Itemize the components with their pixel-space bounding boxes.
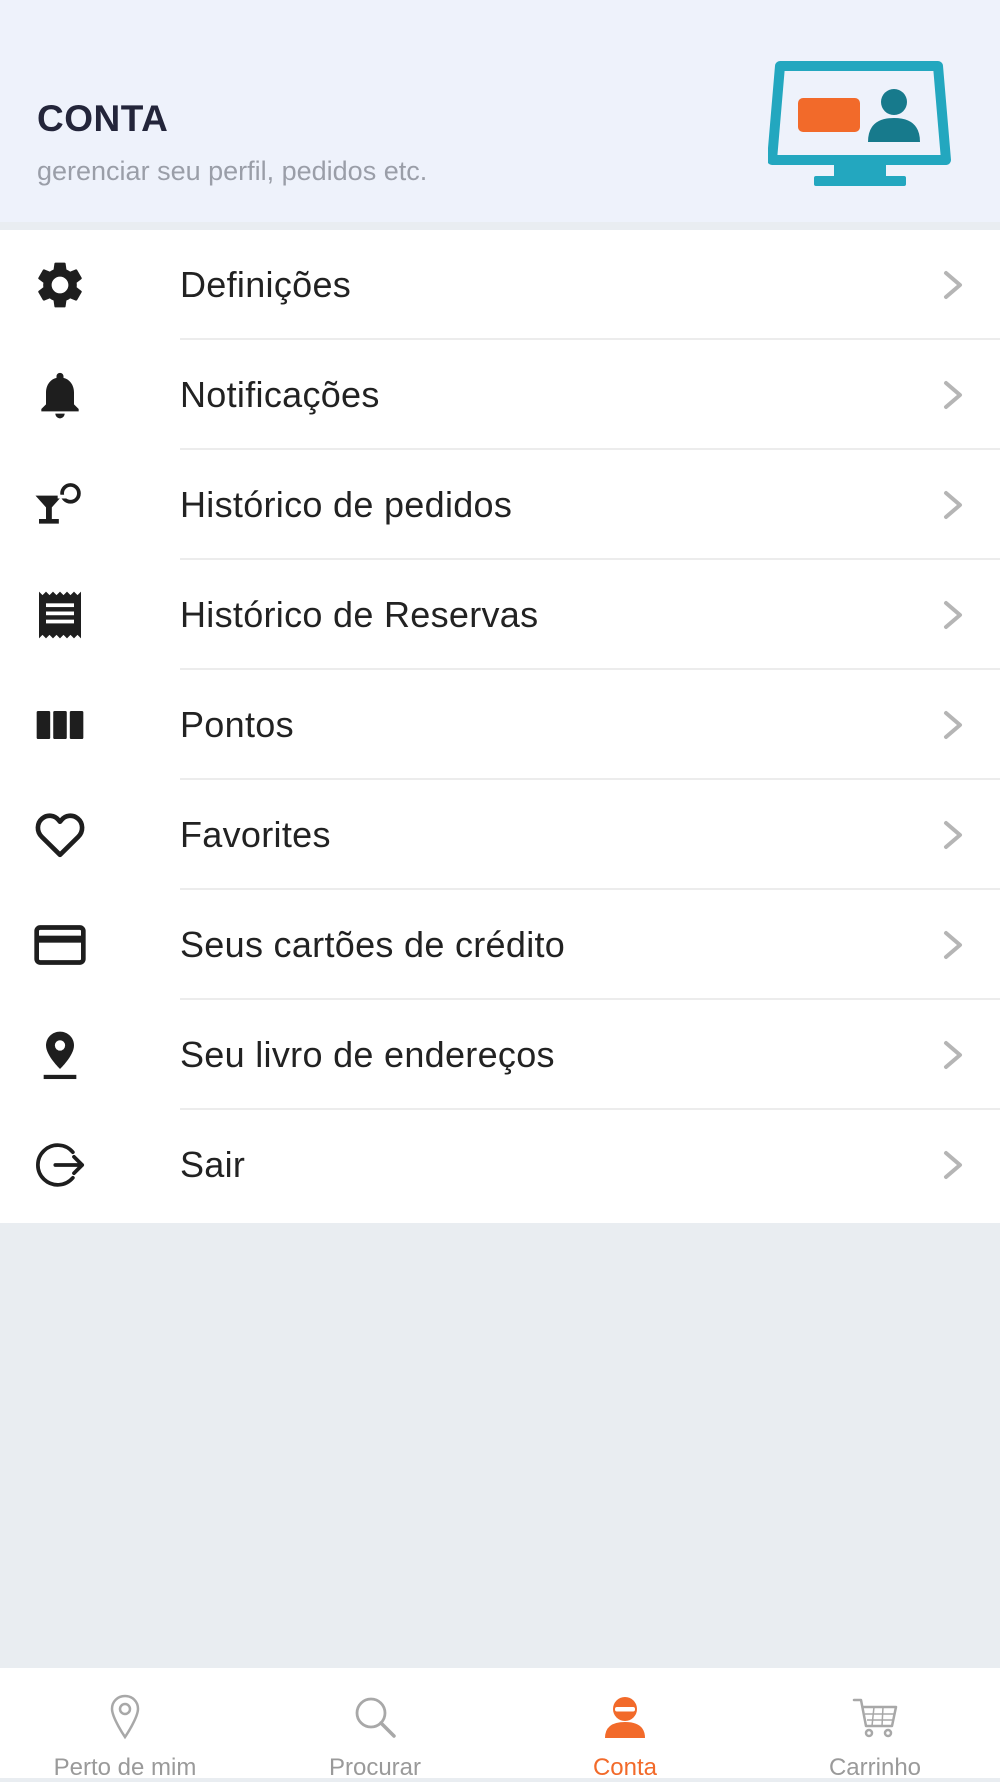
cocktail-icon <box>30 475 90 535</box>
tab-carrinho[interactable]: Carrinho <box>750 1668 1000 1781</box>
menu-item-label: Definições <box>180 264 352 305</box>
account-header: CONTA gerenciar seu perfil, pedidos etc. <box>0 0 1000 222</box>
page-title: CONTA <box>37 98 169 139</box>
account-menu: Definições Notificações Histórico de ped… <box>0 230 1000 1223</box>
chevron-right-icon <box>944 271 962 299</box>
chevron-right-icon <box>944 601 962 629</box>
menu-item-favorites[interactable]: Favorites <box>0 780 1000 890</box>
tab-conta[interactable]: Conta <box>500 1668 750 1781</box>
tab-procurar[interactable]: Procurar <box>250 1668 500 1781</box>
menu-item-label: Favorites <box>180 814 331 855</box>
chevron-right-icon <box>944 1151 962 1179</box>
tab-perto-de-mim[interactable]: Perto de mim <box>0 1668 250 1781</box>
menu-item-label: Seu livro de endereços <box>180 1034 555 1075</box>
menu-item-label: Sair <box>180 1144 246 1185</box>
chevron-right-icon <box>944 931 962 959</box>
page-subtitle: gerenciar seu perfil, pedidos etc. <box>37 156 428 186</box>
search-icon <box>355 1697 396 1738</box>
menu-item-sair[interactable]: Sair <box>0 1110 1000 1220</box>
menu-item-label: Pontos <box>180 704 294 745</box>
menu-item-livro-enderecos[interactable]: Seu livro de endereços <box>0 1000 1000 1110</box>
menu-item-label: Seus cartões de crédito <box>180 924 566 965</box>
menu-item-historico-pedidos[interactable]: Histórico de pedidos <box>0 450 1000 560</box>
chevron-right-icon <box>944 1041 962 1069</box>
chevron-right-icon <box>944 711 962 739</box>
menu-item-cartoes-credito[interactable]: Seus cartões de crédito <box>0 890 1000 1000</box>
heart-icon <box>30 805 90 865</box>
gear-icon <box>30 255 90 315</box>
location-pin-icon <box>30 1025 90 1085</box>
menu-item-definicoes[interactable]: Definições <box>0 230 1000 340</box>
chevron-right-icon <box>944 821 962 849</box>
chevron-right-icon <box>944 491 962 519</box>
account-monitor-illustration <box>768 61 951 186</box>
map-pin-icon <box>110 1694 140 1740</box>
user-icon <box>605 1697 645 1738</box>
credit-card-icon <box>30 915 90 975</box>
bell-icon <box>30 365 90 425</box>
menu-item-notificacoes[interactable]: Notificações <box>0 340 1000 450</box>
bottom-tab-bar: Perto de mim Procurar Conta Carrinho <box>0 1668 1000 1781</box>
menu-item-label: Histórico de pedidos <box>180 484 513 525</box>
chevron-right-icon <box>944 381 962 409</box>
menu-item-pontos[interactable]: Pontos <box>0 670 1000 780</box>
columns-icon <box>30 695 90 755</box>
logout-icon <box>30 1135 90 1195</box>
menu-item-label: Notificações <box>180 374 380 415</box>
menu-item-historico-reservas[interactable]: Histórico de Reservas <box>0 560 1000 670</box>
cart-icon <box>852 1698 898 1738</box>
menu-item-label: Histórico de Reservas <box>180 594 539 635</box>
receipt-icon <box>30 585 90 645</box>
